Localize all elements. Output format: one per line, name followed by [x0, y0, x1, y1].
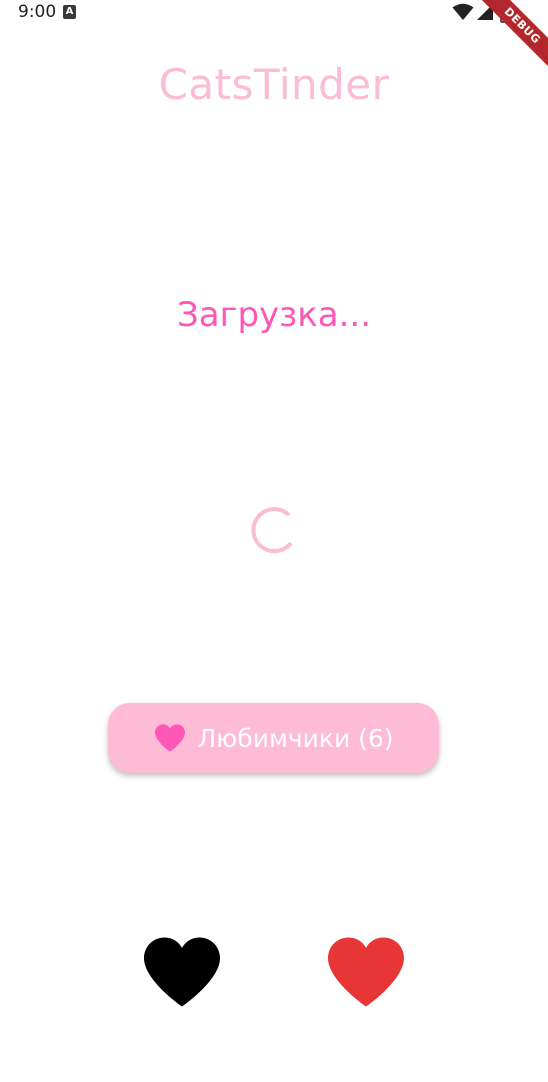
loading-text: Загрузка...	[176, 295, 372, 335]
like-button[interactable]	[322, 934, 410, 1010]
heart-icon	[328, 937, 404, 1007]
heart-icon	[155, 724, 186, 752]
app-title: CatsTinder	[158, 60, 390, 109]
loading-spinner	[251, 507, 293, 554]
a-icon: A	[63, 5, 76, 19]
dislike-button[interactable]	[138, 934, 226, 1010]
status-bar: 9:00 A	[0, 0, 548, 26]
heart-icon	[144, 937, 220, 1007]
status-time: 9:00	[18, 2, 57, 22]
favorites-button[interactable]: Любимчики (6)	[108, 703, 439, 773]
favorites-button-label: Любимчики (6)	[197, 723, 394, 753]
app-screen: 9:00 A DEBUG CatsTinder Загрузка... Люби…	[0, 0, 548, 1082]
